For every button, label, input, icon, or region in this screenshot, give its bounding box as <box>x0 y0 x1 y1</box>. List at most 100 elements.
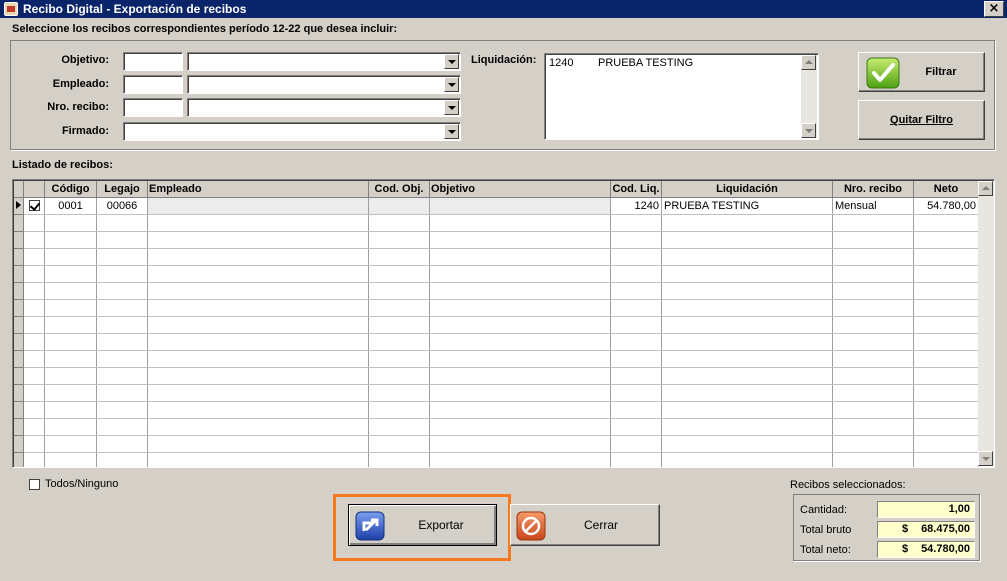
table-cell[interactable] <box>429 350 611 368</box>
table-cell[interactable] <box>661 316 833 334</box>
table-cell[interactable] <box>368 265 430 283</box>
table-cell[interactable] <box>147 452 369 467</box>
liquidacion-list[interactable]: 1240 PRUEBA TESTING <box>544 53 819 140</box>
table-cell[interactable] <box>44 214 97 232</box>
cell-codigo[interactable]: 0001 <box>44 197 97 215</box>
liquidacion-item-code[interactable]: 1240 <box>549 57 573 69</box>
table-cell[interactable] <box>147 316 369 334</box>
table-cell[interactable] <box>661 299 833 317</box>
table-cell[interactable] <box>23 333 45 351</box>
table-cell[interactable] <box>44 350 97 368</box>
grid-scrollbar[interactable] <box>978 181 994 466</box>
table-row[interactable] <box>14 299 979 317</box>
nro-recibo-select[interactable] <box>187 98 461 117</box>
table-cell[interactable] <box>96 384 148 402</box>
table-cell[interactable] <box>23 435 45 453</box>
table-cell[interactable] <box>661 350 833 368</box>
table-cell[interactable] <box>610 418 662 436</box>
table-cell[interactable] <box>913 299 979 317</box>
table-cell[interactable] <box>23 384 45 402</box>
table-cell[interactable] <box>913 435 979 453</box>
table-cell[interactable] <box>23 418 45 436</box>
todos-ninguno-label[interactable]: Todos/Ninguno <box>45 478 118 490</box>
table-cell[interactable] <box>368 333 430 351</box>
table-row[interactable] <box>14 265 979 283</box>
chevron-down-icon[interactable] <box>444 77 459 92</box>
table-cell[interactable] <box>610 435 662 453</box>
table-row[interactable] <box>14 367 979 385</box>
table-cell[interactable] <box>44 401 97 419</box>
table-cell[interactable] <box>610 333 662 351</box>
table-row[interactable]: 0001 00066 1240 PRUEBA TESTING Mensual 5… <box>14 197 979 215</box>
scroll-up-icon[interactable] <box>801 55 816 70</box>
table-cell[interactable] <box>368 299 430 317</box>
table-cell[interactable] <box>610 316 662 334</box>
table-cell[interactable] <box>368 248 430 266</box>
table-cell[interactable] <box>610 350 662 368</box>
cerrar-button[interactable]: Cerrar <box>510 504 660 546</box>
scroll-up-icon[interactable] <box>978 181 993 196</box>
table-cell[interactable] <box>832 384 914 402</box>
table-cell[interactable] <box>96 316 148 334</box>
table-cell[interactable] <box>913 248 979 266</box>
table-cell[interactable] <box>610 401 662 419</box>
cell-neto[interactable]: 54.780,00 <box>913 197 979 215</box>
table-cell[interactable] <box>96 435 148 453</box>
cell-objetivo[interactable] <box>429 197 611 215</box>
table-cell[interactable] <box>147 384 369 402</box>
table-cell[interactable] <box>44 282 97 300</box>
table-cell[interactable] <box>610 214 662 232</box>
table-row[interactable] <box>14 418 979 436</box>
table-cell[interactable] <box>832 282 914 300</box>
table-cell[interactable] <box>610 282 662 300</box>
liquidacion-item-name[interactable]: PRUEBA TESTING <box>598 57 693 69</box>
table-cell[interactable] <box>429 418 611 436</box>
table-cell[interactable] <box>23 282 45 300</box>
col-neto[interactable]: Neto <box>913 181 979 198</box>
table-cell[interactable] <box>429 248 611 266</box>
table-cell[interactable] <box>44 452 97 467</box>
table-cell[interactable] <box>429 401 611 419</box>
cell-empleado[interactable] <box>147 197 369 215</box>
table-cell[interactable] <box>44 367 97 385</box>
table-cell[interactable] <box>368 418 430 436</box>
table-row[interactable] <box>14 282 979 300</box>
table-cell[interactable] <box>429 265 611 283</box>
table-cell[interactable] <box>913 214 979 232</box>
table-cell[interactable] <box>368 214 430 232</box>
table-cell[interactable] <box>610 231 662 249</box>
table-cell[interactable] <box>913 418 979 436</box>
table-row[interactable] <box>14 214 979 232</box>
table-cell[interactable] <box>96 248 148 266</box>
table-cell[interactable] <box>147 265 369 283</box>
col-objetivo[interactable]: Objetivo <box>429 181 611 198</box>
table-row[interactable] <box>14 316 979 334</box>
table-cell[interactable] <box>661 418 833 436</box>
cell-cod-liq[interactable]: 1240 <box>610 197 662 215</box>
table-cell[interactable] <box>832 401 914 419</box>
row-checkbox[interactable] <box>28 200 40 212</box>
checkbox[interactable] <box>29 478 40 490</box>
col-codigo[interactable]: Código <box>44 181 97 198</box>
table-cell[interactable] <box>913 265 979 283</box>
table-cell[interactable] <box>832 248 914 266</box>
table-cell[interactable] <box>832 231 914 249</box>
table-cell[interactable] <box>913 282 979 300</box>
table-cell[interactable] <box>832 435 914 453</box>
objetivo-select[interactable] <box>187 52 461 71</box>
table-cell[interactable] <box>44 316 97 334</box>
table-cell[interactable] <box>147 282 369 300</box>
table-cell[interactable] <box>832 316 914 334</box>
table-cell[interactable] <box>23 265 45 283</box>
table-cell[interactable] <box>44 384 97 402</box>
table-row[interactable] <box>14 452 979 467</box>
receipts-grid[interactable]: Código Legajo Empleado Cod. Obj. Objetiv… <box>12 179 995 468</box>
table-cell[interactable] <box>44 248 97 266</box>
table-cell[interactable] <box>96 418 148 436</box>
table-cell[interactable] <box>23 248 45 266</box>
table-row[interactable] <box>14 333 979 351</box>
table-cell[interactable] <box>23 299 45 317</box>
table-cell[interactable] <box>661 401 833 419</box>
table-cell[interactable] <box>23 401 45 419</box>
table-cell[interactable] <box>913 452 979 467</box>
